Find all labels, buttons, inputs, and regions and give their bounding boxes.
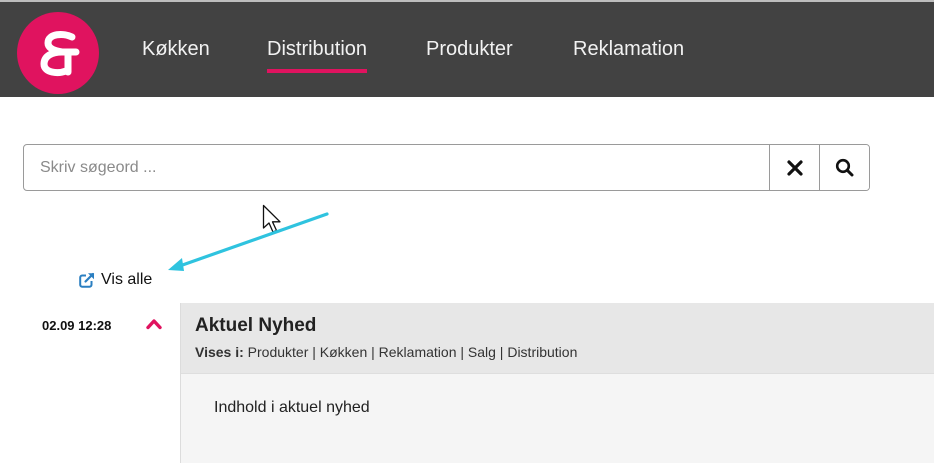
external-link-icon [79,272,95,288]
nav-item-kokken[interactable]: Køkken [142,38,210,61]
news-header[interactable]: Aktuel Nyhed Vises i: Produkter | Køkken… [181,303,934,374]
search-icon [835,158,854,177]
news-shown-in: Vises i: Produkter | Køkken | Reklamatio… [195,344,934,360]
search-input[interactable] [24,145,769,190]
brand-logo[interactable] [17,12,99,94]
search-bar [23,144,870,191]
news-body: Indhold i aktuel nyhed [214,399,370,416]
vis-alle-label: Vis alle [101,271,153,288]
search-button[interactable] [819,145,869,190]
annotation-arrow [168,212,329,271]
nav-item-reklamation[interactable]: Reklamation [573,38,684,61]
chevron-up-icon[interactable] [146,318,162,330]
news-date: 02.09 12:28 [42,318,112,333]
nav-item-produkter[interactable]: Produkter [426,38,513,61]
nav-item-distribution[interactable]: Distribution [267,38,368,73]
top-navbar: Køkken Distribution Produkter Reklamatio… [0,2,934,97]
news-title: Aktuel Nyhed [195,315,317,336]
news-shown-in-values: Produkter | Køkken | Reklamation | Salg … [247,344,578,360]
news-item: Aktuel Nyhed Vises i: Produkter | Køkken… [180,303,934,463]
news-shown-in-label: Vises i: [195,344,244,360]
logo-ampersand-icon [40,31,80,76]
clear-x-icon [786,159,803,176]
clear-search-button[interactable] [769,145,819,190]
vis-alle-link[interactable]: Vis alle [79,271,152,289]
